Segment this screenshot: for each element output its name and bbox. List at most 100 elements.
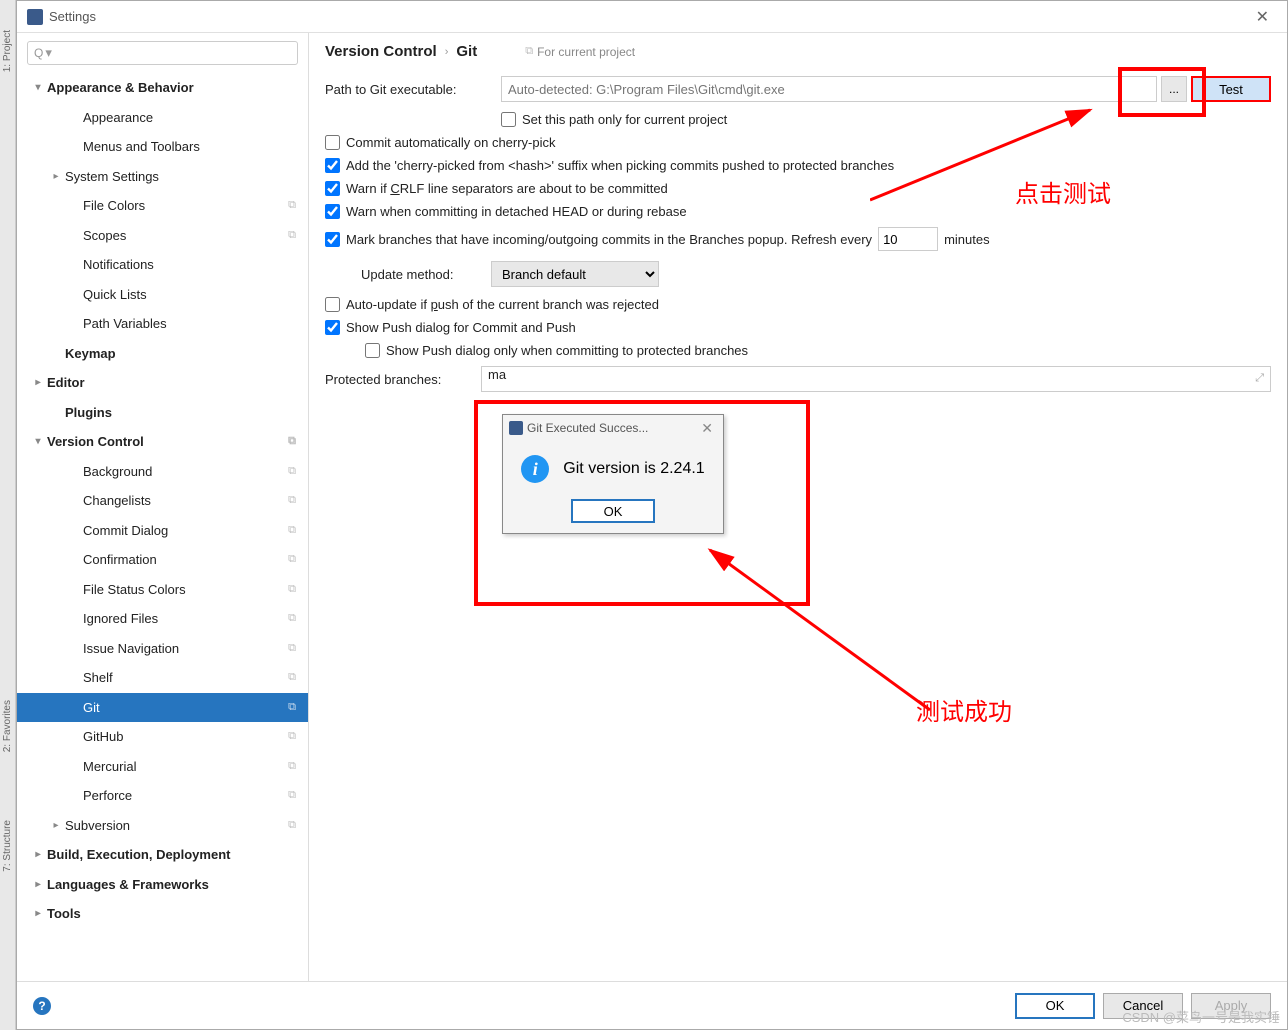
sidebar-item-languages-frameworks[interactable]: ▸Languages & Frameworks bbox=[17, 870, 308, 900]
modal-ok-button[interactable]: OK bbox=[571, 499, 655, 523]
sidebar-item-label: Languages & Frameworks bbox=[47, 877, 209, 892]
sidebar-item-version-control[interactable]: ▾Version Control⧉ bbox=[17, 427, 308, 457]
sidebar-item-issue-navigation[interactable]: Issue Navigation⧉ bbox=[17, 634, 308, 664]
sidebar-item-plugins[interactable]: Plugins bbox=[17, 398, 308, 428]
sidebar-item-github[interactable]: GitHub⧉ bbox=[17, 722, 308, 752]
sidebar-item-file-status-colors[interactable]: File Status Colors ⧉ bbox=[17, 575, 308, 605]
sidebar-item-label: Path Variables bbox=[83, 316, 167, 331]
minutes-label: minutes bbox=[944, 232, 990, 247]
sidebar-item-perforce[interactable]: Perforce⧉ bbox=[17, 781, 308, 811]
sidebar-item-label: Background bbox=[83, 464, 152, 479]
mark-branches-checkbox[interactable] bbox=[325, 232, 340, 247]
sidebar-item-label: Mercurial bbox=[83, 759, 136, 774]
set-path-only-checkbox[interactable] bbox=[501, 112, 516, 127]
rail-structure[interactable]: 7: Structure bbox=[2, 820, 13, 872]
sidebar-item-mercurial[interactable]: Mercurial ⧉ bbox=[17, 752, 308, 782]
sidebar-item-label: Appearance & Behavior bbox=[47, 80, 194, 95]
sidebar-item-label: Scopes bbox=[83, 228, 126, 243]
git-success-dialog: Git Executed Succes... ✕ i Git version i… bbox=[502, 414, 724, 534]
sidebar-item-path-variables[interactable]: Path Variables bbox=[17, 309, 308, 339]
show-push-label: Show Push dialog for Commit and Push bbox=[346, 320, 576, 335]
sidebar-item-git[interactable]: Git ⧉ bbox=[17, 693, 308, 723]
sidebar-item-ignored-files[interactable]: Ignored Files⧉ bbox=[17, 604, 308, 634]
sidebar-item-changelists[interactable]: Changelists⧉ bbox=[17, 486, 308, 516]
sidebar-item-appearance[interactable]: Appearance bbox=[17, 103, 308, 133]
expand-icon[interactable]: ⤢ bbox=[1255, 372, 1264, 385]
sidebar-item-keymap[interactable]: Keymap bbox=[17, 339, 308, 369]
breadcrumb-a[interactable]: Version Control bbox=[325, 43, 437, 60]
sidebar-item-confirmation[interactable]: Confirmation⧉ bbox=[17, 545, 308, 575]
sidebar-item-notifications[interactable]: Notifications bbox=[17, 250, 308, 280]
sidebar-item-label: Editor bbox=[47, 375, 85, 390]
mark-branches-label: Mark branches that have incoming/outgoin… bbox=[346, 232, 872, 247]
commit-auto-checkbox[interactable] bbox=[325, 135, 340, 150]
sidebar-item-commit-dialog[interactable]: Commit Dialog⧉ bbox=[17, 516, 308, 546]
rail-project[interactable]: 1: Project bbox=[2, 30, 13, 72]
warn-crlf-checkbox[interactable] bbox=[325, 181, 340, 196]
sidebar-item-background[interactable]: Background⧉ bbox=[17, 457, 308, 487]
close-icon[interactable]: ✕ bbox=[1248, 3, 1277, 31]
search-input[interactable]: Q▾ bbox=[27, 41, 298, 65]
sidebar-item-quick-lists[interactable]: Quick Lists bbox=[17, 280, 308, 310]
sidebar-item-system-settings[interactable]: ▸System Settings bbox=[17, 162, 308, 192]
git-path-input[interactable] bbox=[501, 76, 1157, 102]
sidebar-item-label: Confirmation bbox=[83, 552, 157, 567]
modal-message: Git version is 2.24.1 bbox=[563, 460, 704, 478]
add-suffix-checkbox[interactable] bbox=[325, 158, 340, 173]
titlebar: Settings ✕ bbox=[17, 1, 1287, 33]
warn-detached-label: Warn when committing in detached HEAD or… bbox=[346, 204, 687, 219]
sidebar-item-subversion[interactable]: ▸Subversion⧉ bbox=[17, 811, 308, 841]
update-method-select[interactable]: Branch default bbox=[491, 261, 659, 287]
project-badge-icon: ⧉ bbox=[288, 199, 296, 212]
chevron-icon: ▸ bbox=[47, 820, 65, 831]
path-label: Path to Git executable: bbox=[325, 82, 491, 97]
sidebar-item-label: Menus and Toolbars bbox=[83, 139, 200, 154]
sidebar-item-appearance-behavior[interactable]: ▾Appearance & Behavior bbox=[17, 73, 308, 103]
warn-detached-checkbox[interactable] bbox=[325, 204, 340, 219]
project-badge-icon: ⧉ bbox=[288, 583, 296, 596]
info-icon: i bbox=[521, 455, 549, 483]
sidebar-item-label: File Status Colors bbox=[83, 582, 186, 597]
sidebar-item-label: Changelists bbox=[83, 493, 151, 508]
commit-auto-label: Commit automatically on cherry-pick bbox=[346, 135, 556, 150]
show-push-only-checkbox[interactable] bbox=[365, 343, 380, 358]
chevron-icon: ▸ bbox=[29, 849, 47, 860]
content-panel: Version Control › Git ⧉ For current proj… bbox=[309, 33, 1287, 981]
modal-title-text: Git Executed Succes... bbox=[527, 421, 648, 435]
auto-update-label: Auto-update if push of the current branc… bbox=[346, 297, 659, 312]
ok-button[interactable]: OK bbox=[1015, 993, 1095, 1019]
copy-icon: ⧉ bbox=[525, 45, 533, 58]
sidebar-item-editor[interactable]: ▸Editor bbox=[17, 368, 308, 398]
watermark: CSDN @菜鸟一号是我实锤 bbox=[1122, 1007, 1280, 1026]
sidebar-item-label: Ignored Files bbox=[83, 611, 158, 626]
sidebar-item-build-execution-deployment[interactable]: ▸Build, Execution, Deployment bbox=[17, 840, 308, 870]
sidebar-item-file-colors[interactable]: File Colors⧉ bbox=[17, 191, 308, 221]
project-badge-icon: ⧉ bbox=[288, 701, 296, 714]
chevron-icon: ▸ bbox=[47, 171, 65, 182]
sidebar-item-label: Version Control bbox=[47, 434, 144, 449]
project-badge-icon: ⧉ bbox=[288, 760, 296, 773]
protected-branches-input[interactable]: ma ⤢ bbox=[481, 366, 1271, 392]
sidebar-item-label: Appearance bbox=[83, 110, 153, 125]
sidebar-item-tools[interactable]: ▸Tools bbox=[17, 899, 308, 929]
help-icon[interactable]: ? bbox=[33, 997, 51, 1015]
auto-update-checkbox[interactable] bbox=[325, 297, 340, 312]
chevron-icon: ▸ bbox=[29, 908, 47, 919]
window-title: Settings bbox=[49, 9, 1248, 24]
sidebar-item-shelf[interactable]: Shelf⧉ bbox=[17, 663, 308, 693]
project-badge-icon: ⧉ bbox=[288, 229, 296, 242]
browse-button[interactable]: ... bbox=[1161, 76, 1187, 102]
rail-favorites[interactable]: 2: Favorites bbox=[2, 700, 13, 752]
sidebar-item-label: Git bbox=[83, 700, 100, 715]
refresh-interval-input[interactable] bbox=[878, 227, 938, 251]
close-icon[interactable]: ✕ bbox=[697, 420, 717, 437]
sidebar-item-label: Perforce bbox=[83, 788, 132, 803]
sidebar-item-menus-and-toolbars[interactable]: Menus and Toolbars bbox=[17, 132, 308, 162]
add-suffix-label: Add the 'cherry-picked from <hash>' suff… bbox=[346, 158, 894, 173]
sidebar-item-label: Notifications bbox=[83, 257, 154, 272]
sidebar-item-scopes[interactable]: Scopes ⧉ bbox=[17, 221, 308, 251]
chevron-icon: ▸ bbox=[29, 879, 47, 890]
warn-crlf-label: Warn if CRLF line separators are about t… bbox=[346, 181, 668, 196]
test-button[interactable]: Test bbox=[1191, 76, 1271, 102]
show-push-checkbox[interactable] bbox=[325, 320, 340, 335]
